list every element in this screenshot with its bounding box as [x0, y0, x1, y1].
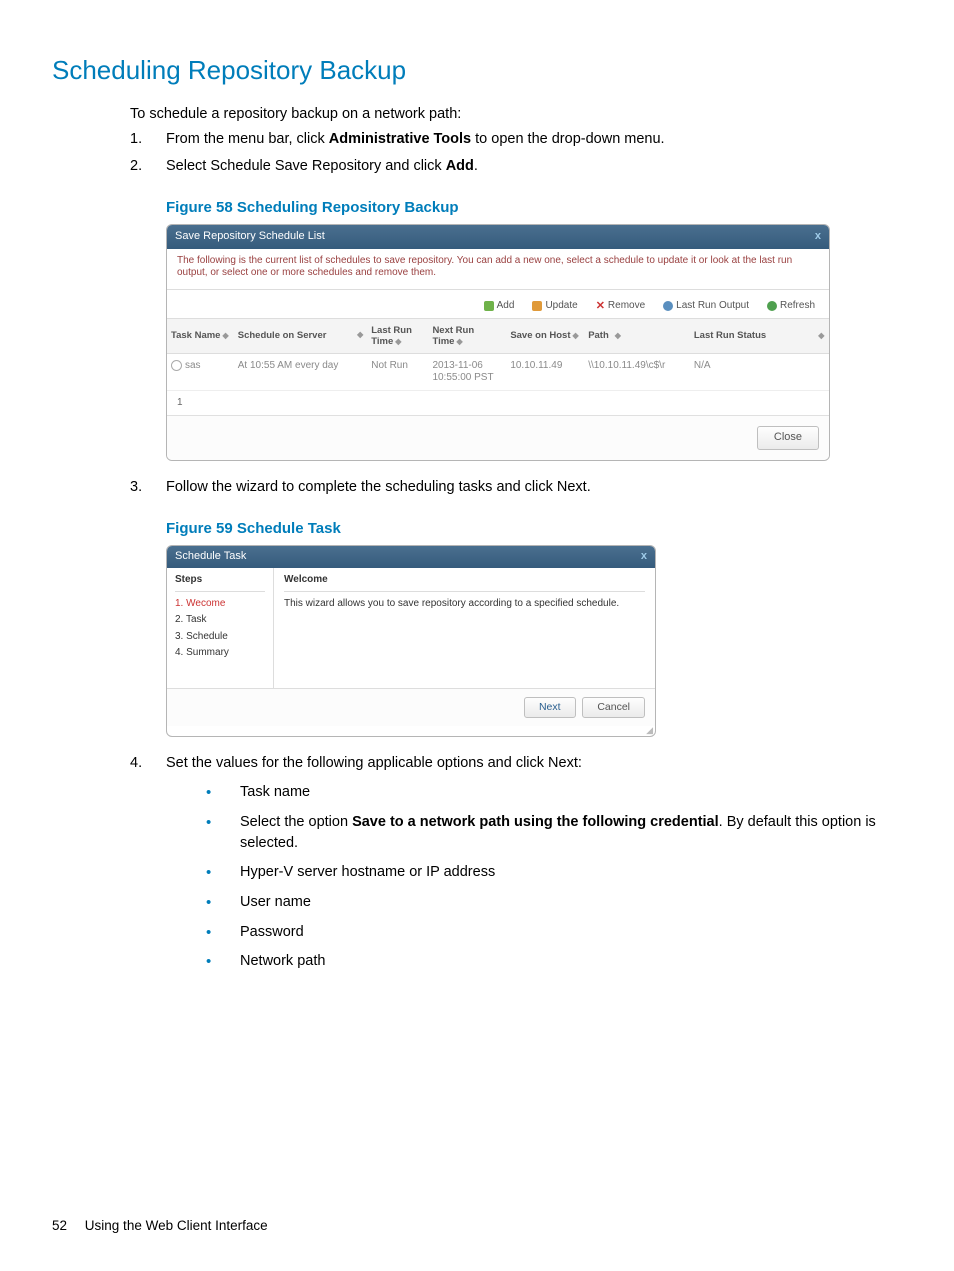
refresh-icon — [767, 301, 777, 311]
cell-task-name: sas — [185, 361, 201, 372]
page-number: 52 — [52, 1218, 67, 1233]
pager: 1 — [167, 391, 829, 415]
resize-handle-icon[interactable]: ◢ — [167, 726, 655, 736]
col-next-run-time[interactable]: Next Run Time◆ — [428, 318, 506, 354]
cell-schedule: At 10:55 AM every day — [234, 354, 368, 391]
step-1-post: to open the drop-down menu. — [471, 131, 664, 147]
bullet-network-path: Network path — [240, 951, 325, 973]
col-task-name[interactable]: Task Name◆ — [167, 318, 234, 354]
save-repository-schedule-dialog: Save Repository Schedule List x The foll… — [166, 224, 830, 460]
update-icon — [532, 301, 542, 311]
step-2-bold: Add — [446, 158, 474, 174]
schedule-table: Task Name◆ Schedule on Server◆ Last Run … — [167, 318, 829, 392]
dialog-title: Schedule Task — [175, 550, 246, 564]
remove-button[interactable]: ✕Remove — [596, 300, 645, 312]
wizard-step-task[interactable]: 2. Task — [175, 614, 265, 627]
update-button[interactable]: Update — [532, 300, 577, 312]
col-last-run-status[interactable]: Last Run Status — [690, 318, 812, 354]
bullet-task-name: Task name — [240, 782, 310, 804]
close-icon[interactable]: x — [815, 230, 821, 243]
cell-save-host: 10.10.11.49 — [506, 354, 584, 391]
add-button[interactable]: Add — [484, 300, 515, 312]
next-button[interactable]: Next — [524, 697, 576, 718]
cell-next-run: 2013-11-06 10:55:00 PST — [428, 354, 506, 391]
last-run-output-button[interactable]: Last Run Output — [663, 300, 749, 312]
col-schedule-on-server[interactable]: Schedule on Server◆ — [234, 318, 368, 354]
cell-status: N/A — [690, 354, 812, 391]
wizard-panel-body: This wizard allows you to save repositor… — [284, 598, 645, 611]
schedule-task-dialog: Schedule Task x Steps 1. Wecome 2. Task … — [166, 545, 656, 737]
step-2-post: . — [474, 158, 478, 174]
close-button[interactable]: Close — [757, 426, 819, 449]
add-label: Add — [497, 300, 515, 312]
refresh-label: Refresh — [780, 300, 815, 312]
step-2-pre: Select Schedule Save Repository and clic… — [166, 158, 446, 174]
col-path[interactable]: Path◆ — [584, 318, 690, 354]
footer-section-title: Using the Web Client Interface — [85, 1218, 268, 1233]
step-3-text: Follow the wizard to complete the schedu… — [166, 479, 591, 495]
output-icon — [663, 301, 673, 311]
step-number-3: 3. — [130, 477, 166, 748]
add-icon — [484, 301, 494, 311]
cell-path: \\10.10.11.49\c$\r — [584, 354, 690, 391]
wizard-step-summary[interactable]: 4. Summary — [175, 647, 265, 660]
table-row[interactable]: sas At 10:55 AM every day Not Run 2013-1… — [167, 354, 829, 391]
page-footer: 52 Using the Web Client Interface — [52, 1216, 268, 1236]
step-1-bold: Administrative Tools — [329, 131, 471, 147]
figure-59-caption: Figure 59 Schedule Task — [166, 518, 902, 540]
bullet-username: User name — [240, 892, 311, 914]
step-number-4: 4. — [130, 753, 166, 981]
col-save-on-host[interactable]: Save on Host◆ — [506, 318, 584, 354]
step-1-pre: From the menu bar, click — [166, 131, 329, 147]
bullet-save-pre: Select the option — [240, 814, 352, 830]
bullet-save-bold: Save to a network path using the followi… — [352, 814, 719, 830]
dialog-title: Save Repository Schedule List — [175, 230, 325, 243]
col-last-run-time[interactable]: Last Run Time◆ — [367, 318, 428, 354]
col-tail: ◆ — [812, 318, 829, 354]
wizard-panel-header: Welcome — [284, 574, 645, 592]
step-number-2: 2. — [130, 156, 166, 471]
wizard-step-welcome[interactable]: 1. Wecome — [175, 598, 265, 611]
steps-header: Steps — [175, 574, 265, 592]
wizard-step-schedule[interactable]: 3. Schedule — [175, 631, 265, 644]
step-number-1: 1. — [130, 129, 166, 150]
row-radio[interactable] — [171, 360, 182, 371]
dialog-description: The following is the current list of sch… — [167, 249, 829, 290]
remove-label: Remove — [608, 300, 645, 312]
cancel-button[interactable]: Cancel — [582, 697, 645, 718]
step-1-text: From the menu bar, click Administrative … — [166, 129, 902, 150]
bullet-save-option: Select the option Save to a network path… — [240, 812, 902, 854]
intro-text: To schedule a repository backup on a net… — [130, 104, 902, 125]
bullet-password: Password — [240, 922, 304, 944]
update-label: Update — [545, 300, 577, 312]
wizard-steps-panel: Steps 1. Wecome 2. Task 3. Schedule 4. S… — [167, 568, 274, 688]
refresh-button[interactable]: Refresh — [767, 300, 815, 312]
step-4-text: Set the values for the following applica… — [166, 755, 582, 771]
remove-icon: ✕ — [596, 301, 605, 311]
figure-58-caption: Figure 58 Scheduling Repository Backup — [166, 197, 902, 219]
bullet-hostname: Hyper-V server hostname or IP address — [240, 862, 495, 884]
close-icon[interactable]: x — [641, 550, 647, 564]
cell-last-run: Not Run — [367, 354, 428, 391]
page-title: Scheduling Repository Backup — [52, 52, 902, 90]
step-2-text: Select Schedule Save Repository and clic… — [166, 156, 902, 471]
last-run-output-label: Last Run Output — [676, 300, 749, 312]
